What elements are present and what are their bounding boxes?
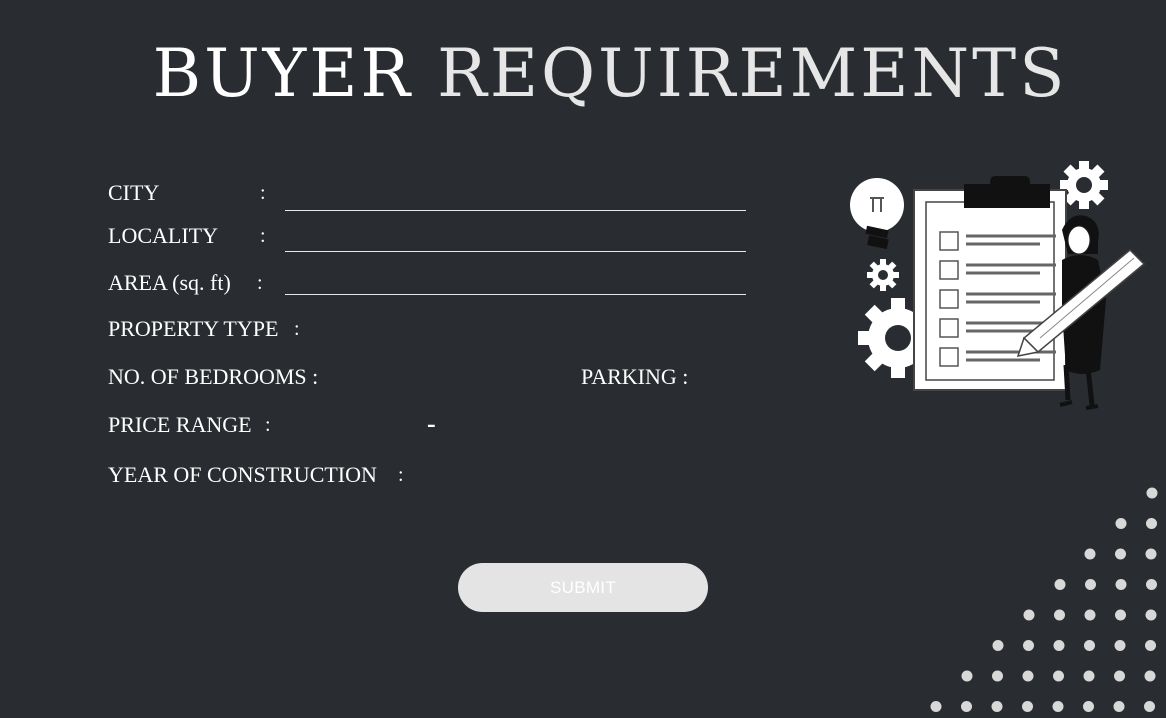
decoration-dot	[1145, 609, 1157, 621]
gear-icon	[867, 259, 899, 291]
decoration-dot	[1115, 579, 1127, 590]
decoration-dot	[991, 701, 1003, 712]
decoration-dot	[1114, 670, 1125, 682]
bedrooms-label: NO. OF BEDROOMS :	[108, 364, 319, 389]
checklist-illustration	[850, 161, 1146, 410]
decoration-dot	[1114, 640, 1126, 651]
city-label: CITY	[108, 180, 160, 205]
locality-colon: :	[260, 225, 266, 247]
area-label: AREA (sq. ft)	[108, 270, 231, 295]
property-type-label: PROPERTY TYPE	[108, 316, 279, 341]
decoration-dot	[930, 701, 942, 712]
decoration-dot	[1022, 701, 1033, 712]
parking-label: PARKING :	[581, 364, 689, 389]
locality-label: LOCALITY	[108, 223, 218, 248]
decoration-dot	[1115, 548, 1126, 560]
price-range-label: PRICE RANGE	[108, 412, 252, 437]
gear-icon	[1060, 161, 1108, 209]
decoration-dot	[992, 640, 1004, 651]
page-title: BUYER REQUIREMENTS	[0, 30, 1166, 118]
decoration-dot	[961, 670, 973, 682]
decoration-dot	[1053, 670, 1064, 682]
locality-underline	[285, 251, 746, 252]
decoration-dot	[1146, 487, 1158, 499]
decoration-dot	[961, 701, 972, 712]
decoration-dot	[1115, 609, 1126, 621]
decoration-dot	[1053, 640, 1065, 651]
price-range-separator: -	[427, 409, 436, 438]
decoration-dot	[1145, 640, 1156, 651]
title-word-requirements: REQUIREMENTS	[437, 35, 1068, 112]
city-input[interactable]	[285, 183, 746, 211]
decoration-dot	[1083, 701, 1094, 712]
year-of-construction-label: YEAR OF CONSTRUCTION	[108, 462, 377, 487]
lightbulb-icon	[850, 178, 904, 250]
decoration-dot	[1085, 579, 1096, 590]
decoration-dot	[1084, 640, 1095, 651]
area-input[interactable]	[285, 266, 746, 294]
area-colon: :	[257, 272, 263, 294]
city-underline	[285, 210, 746, 211]
year-of-construction-colon: :	[398, 464, 404, 486]
locality-input[interactable]	[285, 223, 746, 251]
decoration-dot	[1146, 579, 1157, 590]
area-underline	[285, 294, 746, 295]
decoration-dot	[1054, 609, 1065, 621]
decoration-dot	[1144, 701, 1155, 712]
decoration-dot	[1083, 670, 1095, 682]
decoration-dot	[1144, 670, 1156, 682]
decoration-dot	[1052, 701, 1064, 712]
submit-button[interactable]: SUBMIT	[458, 563, 708, 612]
decoration-dot	[992, 670, 1003, 682]
decoration-dot	[1115, 518, 1127, 529]
city-colon: :	[260, 182, 266, 204]
dot-pattern-decoration	[930, 487, 1158, 712]
decoration-dot	[1084, 548, 1096, 560]
decoration-dot	[1023, 640, 1034, 651]
property-type-colon: :	[294, 318, 300, 340]
decoration-dot	[1054, 579, 1066, 590]
clipboard-icon	[913, 176, 1067, 391]
title-word-buyer: BUYER	[152, 35, 414, 112]
decoration-dot	[1113, 701, 1125, 712]
decoration-dot	[1023, 609, 1035, 621]
price-range-colon: :	[265, 414, 271, 436]
decoration-dot	[1084, 609, 1096, 621]
decoration-dot	[1146, 518, 1157, 529]
decoration-dot	[1145, 548, 1157, 560]
decoration-dot	[1022, 670, 1034, 682]
